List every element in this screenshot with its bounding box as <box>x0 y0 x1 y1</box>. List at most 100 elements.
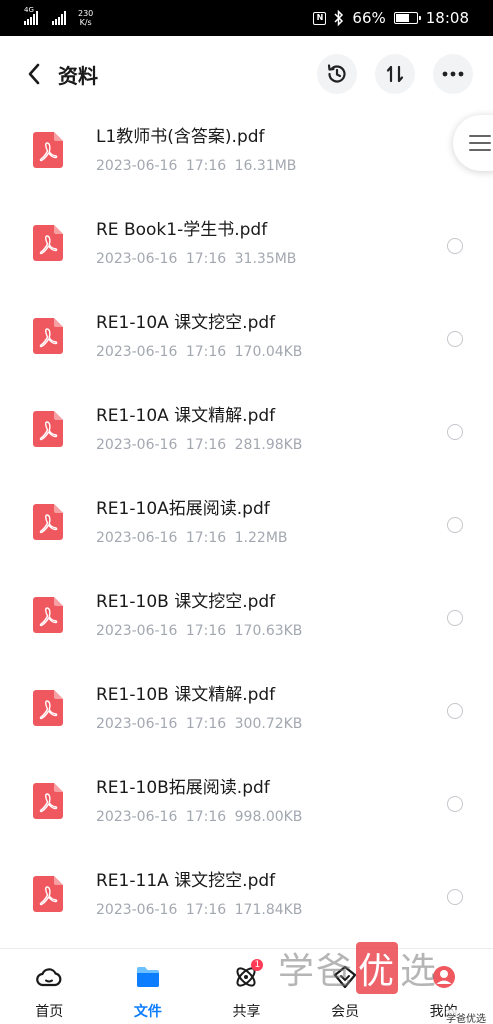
select-radio[interactable] <box>447 796 463 812</box>
bottom-nav: 首页 文件 1 共享 会员 我的 <box>0 948 493 1024</box>
file-date: 2023-06-16 <box>96 809 178 825</box>
file-time: 17:16 <box>185 437 227 453</box>
file-size: 281.98KB <box>234 437 303 453</box>
network-speed: 230 K/s <box>78 9 93 27</box>
file-name: RE Book1-学生书.pdf <box>96 220 268 240</box>
status-left: 4G 230 K/s <box>24 6 93 27</box>
file-info: 2023-06-16 17:16 1.22MB <box>96 530 288 546</box>
battery-icon <box>393 12 421 24</box>
select-radio[interactable] <box>447 889 463 905</box>
page-title: 资料 <box>58 63 98 88</box>
file-info: 2023-06-16 17:16 16.31MB <box>96 158 296 174</box>
speed-unit: K/s <box>79 18 92 27</box>
history-icon <box>327 64 346 83</box>
file-row[interactable]: RE1-10A拓展阅读.pdf 2023-06-16 17:16 1.22MB <box>0 484 493 577</box>
folder-icon <box>136 967 159 987</box>
nav-label-files: 文件 <box>133 1004 162 1020</box>
share-badge: 1 <box>251 959 264 971</box>
file-row[interactable]: RE1-10A 课文挖空.pdf 2023-06-16 17:16 170.04… <box>0 298 493 391</box>
nfc-icon: N <box>313 11 327 25</box>
file-date: 2023-06-16 <box>96 902 178 918</box>
file-time: 17:16 <box>185 251 227 267</box>
file-info: 2023-06-16 17:16 170.04KB <box>96 344 302 360</box>
file-name: RE1-10B 课文挖空.pdf <box>96 592 276 612</box>
more-button[interactable] <box>433 54 473 94</box>
select-radio[interactable] <box>447 610 463 626</box>
file-name: RE1-10A 课文精解.pdf <box>96 406 276 426</box>
select-radio[interactable] <box>447 424 463 440</box>
file-time: 17:16 <box>185 716 227 732</box>
file-size: 171.84KB <box>234 902 303 918</box>
file-size: 170.63KB <box>234 623 303 639</box>
network-type-label: 4G <box>24 6 34 14</box>
file-date: 2023-06-16 <box>96 158 178 174</box>
file-date: 2023-06-16 <box>96 530 178 546</box>
file-time: 17:16 <box>185 623 227 639</box>
file-row[interactable]: RE1-10B拓展阅读.pdf 2023-06-16 17:16 998.00K… <box>0 763 493 856</box>
nav-label-home: 首页 <box>35 1004 64 1020</box>
sort-button[interactable] <box>375 54 415 94</box>
file-meta: RE1-10B 课文挖空.pdf 2023-06-16 17:16 170.63… <box>96 589 302 639</box>
menu-lines-icon <box>469 135 491 151</box>
select-radio[interactable] <box>447 517 463 533</box>
file-meta: L1教师书(含答案).pdf 2023-06-16 17:16 16.31MB <box>96 124 296 174</box>
file-date: 2023-06-16 <box>96 716 178 732</box>
file-size: 16.31MB <box>234 158 297 174</box>
file-row[interactable]: L1教师书(含答案).pdf 2023-06-16 17:16 16.31MB <box>0 112 493 205</box>
history-button[interactable] <box>317 54 357 94</box>
file-row[interactable]: RE1-10B 课文挖空.pdf 2023-06-16 17:16 170.63… <box>0 577 493 670</box>
file-time: 17:16 <box>185 530 227 546</box>
file-meta: RE1-10A 课文挖空.pdf 2023-06-16 17:16 170.04… <box>96 310 302 360</box>
nav-share[interactable]: 1 共享 <box>197 949 296 1024</box>
file-size: 31.35MB <box>234 251 297 267</box>
nav-label-member: 会员 <box>331 1004 360 1020</box>
file-info: 2023-06-16 17:16 171.84KB <box>96 902 302 918</box>
select-radio[interactable] <box>447 703 463 719</box>
file-row[interactable]: RE1-10A 课文精解.pdf 2023-06-16 17:16 281.98… <box>0 391 493 484</box>
select-radio[interactable] <box>447 331 463 347</box>
select-radio[interactable] <box>447 238 463 254</box>
file-name: L1教师书(含答案).pdf <box>96 127 265 147</box>
file-size: 998.00KB <box>234 809 303 825</box>
pdf-file-icon <box>33 783 63 819</box>
cloud-icon <box>36 968 62 987</box>
file-meta: RE Book1-学生书.pdf 2023-06-16 17:16 31.35M… <box>96 217 296 267</box>
file-date: 2023-06-16 <box>96 623 178 639</box>
file-list: L1教师书(含答案).pdf 2023-06-16 17:16 16.31MB … <box>0 112 493 948</box>
file-size: 300.72KB <box>234 716 303 732</box>
profile-icon <box>432 966 455 988</box>
file-meta: RE1-10B 课文精解.pdf 2023-06-16 17:16 300.72… <box>96 682 302 732</box>
battery-percent: 66% <box>352 9 386 27</box>
signal-icon-2 <box>52 11 66 25</box>
nav-home[interactable]: 首页 <box>0 949 99 1024</box>
file-time: 17:16 <box>185 158 227 174</box>
pdf-file-icon <box>33 318 63 354</box>
bluetooth-icon <box>334 10 344 26</box>
member-icon <box>333 965 357 989</box>
file-name: RE1-10A拓展阅读.pdf <box>96 499 270 519</box>
file-name: RE1-11A 课文挖空.pdf <box>96 871 276 891</box>
pdf-file-icon <box>33 597 63 633</box>
more-dots-icon <box>442 71 464 77</box>
signal-icon-1: 4G <box>24 6 38 25</box>
file-size: 170.04KB <box>234 344 303 360</box>
file-meta: RE1-10B拓展阅读.pdf 2023-06-16 17:16 998.00K… <box>96 775 302 825</box>
sort-icon <box>386 65 404 83</box>
pdf-file-icon <box>33 411 63 447</box>
file-row[interactable]: RE1-10B 课文精解.pdf 2023-06-16 17:16 300.72… <box>0 670 493 763</box>
nav-member[interactable]: 会员 <box>296 949 395 1024</box>
nav-files[interactable]: 文件 <box>99 949 198 1024</box>
chevron-left-icon <box>28 63 40 85</box>
file-name: RE1-10A 课文挖空.pdf <box>96 313 276 333</box>
file-date: 2023-06-16 <box>96 251 178 267</box>
file-time: 17:16 <box>185 902 227 918</box>
pdf-file-icon <box>33 876 63 912</box>
file-name: RE1-10B 课文精解.pdf <box>96 685 276 705</box>
speed-value: 230 <box>78 9 94 18</box>
file-row[interactable]: RE Book1-学生书.pdf 2023-06-16 17:16 31.35M… <box>0 205 493 298</box>
file-meta: RE1-11A 课文挖空.pdf 2023-06-16 17:16 171.84… <box>96 868 302 918</box>
pdf-file-icon <box>33 132 63 168</box>
back-button[interactable] <box>20 60 48 88</box>
file-row[interactable]: RE1-11A 课文挖空.pdf 2023-06-16 17:16 171.84… <box>0 856 493 948</box>
file-name: RE1-10B拓展阅读.pdf <box>96 778 270 798</box>
